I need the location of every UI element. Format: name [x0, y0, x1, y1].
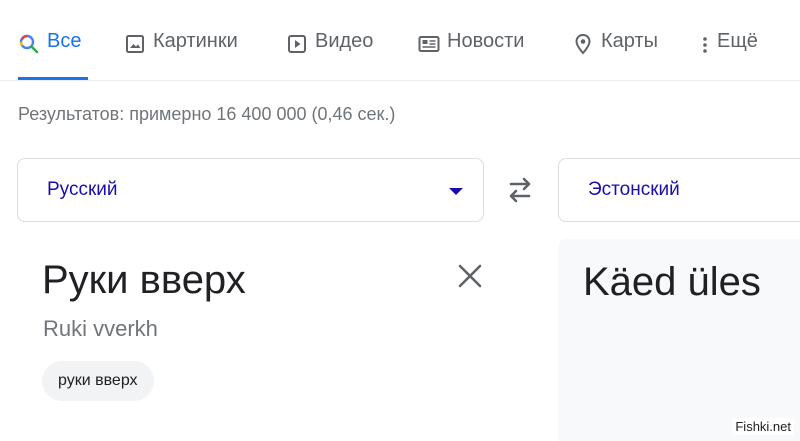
- translation-output-panel: Käed üles: [558, 239, 800, 441]
- target-language-select[interactable]: Эстонский: [558, 158, 800, 222]
- tab-all[interactable]: Все: [18, 30, 88, 80]
- tab-label: Все: [47, 30, 82, 52]
- result-stats: Результатов: примерно 16 400 000 (0,46 с…: [18, 104, 396, 124]
- image-icon: [124, 33, 146, 55]
- dropdown-arrow-icon: [449, 188, 463, 195]
- tab-images[interactable]: Картинки: [124, 30, 238, 80]
- tab-video[interactable]: Видео: [286, 30, 373, 80]
- swap-icon: [509, 177, 531, 203]
- search-tabs: Все Картинки Видео Новости Карты Ещё: [0, 0, 800, 81]
- tab-label: Карты: [601, 30, 658, 52]
- tab-more[interactable]: Ещё: [700, 30, 758, 80]
- translation-text: Käed üles: [583, 260, 761, 304]
- close-icon: [458, 264, 482, 288]
- map-pin-icon: [572, 33, 594, 55]
- tab-label: Видео: [315, 30, 374, 52]
- watermark: Fishki.net: [732, 418, 794, 435]
- tab-label: Ещё: [717, 30, 758, 52]
- source-text[interactable]: Руки вверх: [42, 258, 246, 303]
- source-language-select[interactable]: Русский: [17, 158, 484, 222]
- suggestion-chip[interactable]: руки вверх: [42, 361, 154, 401]
- swap-languages-button[interactable]: [503, 174, 537, 206]
- tab-news[interactable]: Новости: [418, 30, 524, 80]
- tab-label: Картинки: [153, 30, 238, 52]
- news-icon: [418, 33, 440, 55]
- more-vert-icon: [700, 33, 710, 55]
- target-language-label: Эстонский: [588, 179, 680, 200]
- tab-label: Новости: [447, 30, 525, 52]
- tab-maps[interactable]: Карты: [572, 30, 658, 80]
- source-language-label: Русский: [47, 179, 118, 200]
- suggestion-chip-label: руки вверх: [58, 372, 138, 389]
- search-icon: [18, 33, 40, 55]
- clear-input-button[interactable]: [455, 261, 485, 291]
- transliteration: Ruki vverkh: [43, 316, 158, 341]
- video-icon: [286, 33, 308, 55]
